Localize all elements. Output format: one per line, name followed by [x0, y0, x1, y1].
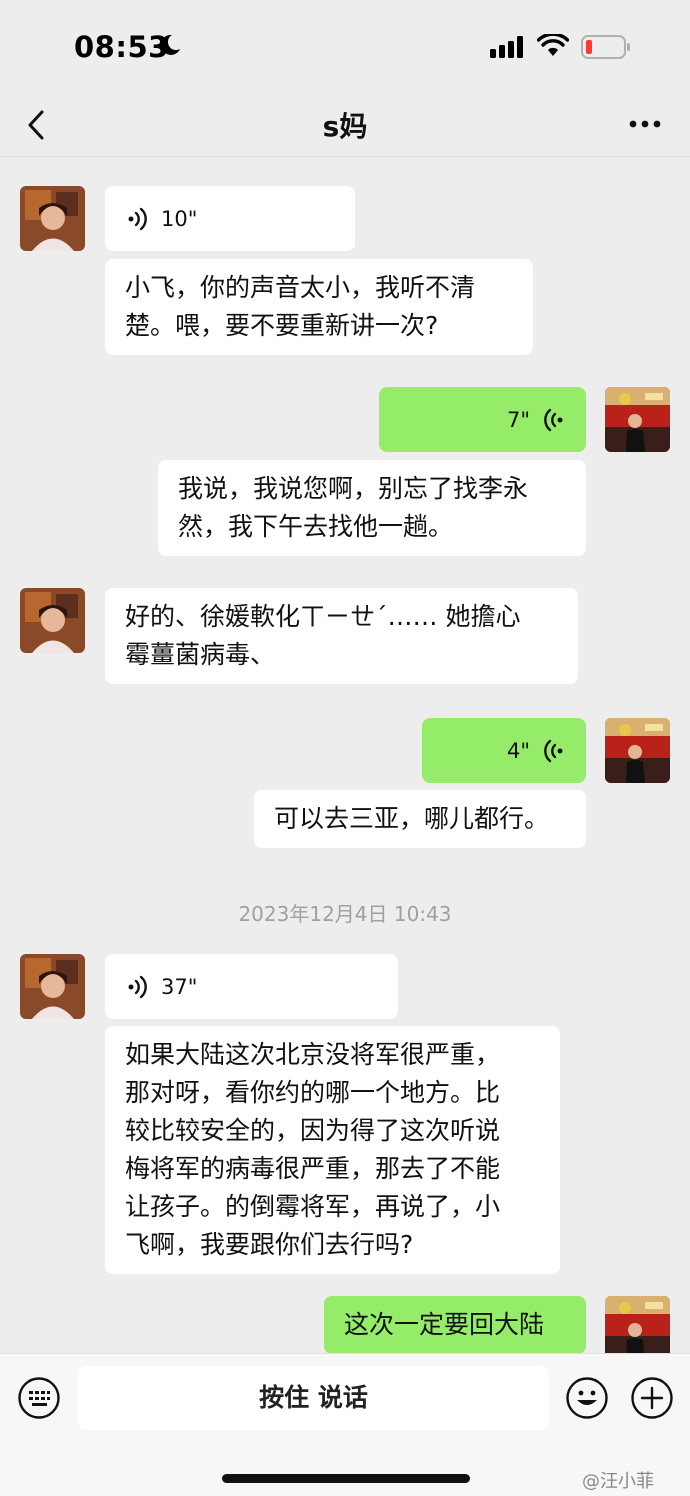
status-time: 08:53 [74, 30, 169, 64]
contact-avatar[interactable] [20, 588, 85, 653]
text-message[interactable]: 我说，我说您啊，别忘了找李永 然，我下午去找他一趟。 [158, 460, 586, 556]
text-message[interactable]: 如果大陆这次北京没将军很严重， 那对呀，看你约的哪一个地方。比 较比较安全的，因… [105, 1026, 560, 1274]
text-message[interactable]: 可以去三亚，哪儿都行。 [254, 790, 586, 848]
voice-wave-icon [128, 207, 147, 230]
text-message[interactable]: 好的、徐媛軟化ㄒㄧㄝˊ…… 她擔心 霉薑菌病毒、 [105, 588, 578, 684]
hold-to-talk-button[interactable]: 按住 说话 [78, 1366, 549, 1430]
text-message[interactable]: 小飞，你的声音太小，我听不清 楚。喂，要不要重新讲一次? [105, 259, 533, 355]
chat-messages[interactable]: 10" 小飞，你的声音太小，我听不清 楚。喂，要不要重新讲一次? 7" 我说，我… [0, 158, 690, 1353]
moon-icon [160, 34, 180, 55]
contact-avatar[interactable] [20, 954, 85, 1019]
more-options-icon[interactable] [628, 119, 662, 129]
my-avatar[interactable] [605, 718, 670, 783]
chat-header: s妈 [0, 95, 690, 157]
my-avatar[interactable] [605, 1296, 670, 1353]
voice-message[interactable]: 4" [422, 718, 586, 783]
chat-title: s妈 [322, 110, 368, 143]
my-avatar[interactable] [605, 387, 670, 452]
chat-timestamp: 2023年12月4日 10:43 [238, 902, 452, 926]
cellular-signal-icon [490, 36, 523, 58]
voice-duration: 10" [161, 206, 198, 231]
voice-wave-icon [544, 739, 563, 762]
voice-duration: 7" [506, 407, 530, 432]
voice-message[interactable]: 10" [105, 186, 355, 251]
voice-duration: 4" [506, 738, 530, 763]
text-message[interactable]: 这次一定要回大陆 [324, 1296, 586, 1353]
home-indicator[interactable] [222, 1474, 470, 1483]
battery-low-icon [581, 35, 630, 59]
watermark: @汪小菲 [582, 1471, 654, 1492]
voice-message[interactable]: 37" [105, 954, 398, 1019]
voice-message[interactable]: 7" [379, 387, 586, 452]
status-bar: 08:53 [0, 0, 690, 95]
contact-avatar[interactable] [20, 186, 85, 251]
voice-duration: 37" [161, 974, 198, 999]
emoji-icon[interactable] [565, 1376, 609, 1420]
wifi-icon [537, 34, 569, 56]
plus-icon[interactable] [630, 1376, 674, 1420]
voice-wave-icon [128, 975, 147, 998]
voice-wave-icon [544, 408, 563, 431]
keyboard-icon[interactable] [17, 1376, 61, 1420]
